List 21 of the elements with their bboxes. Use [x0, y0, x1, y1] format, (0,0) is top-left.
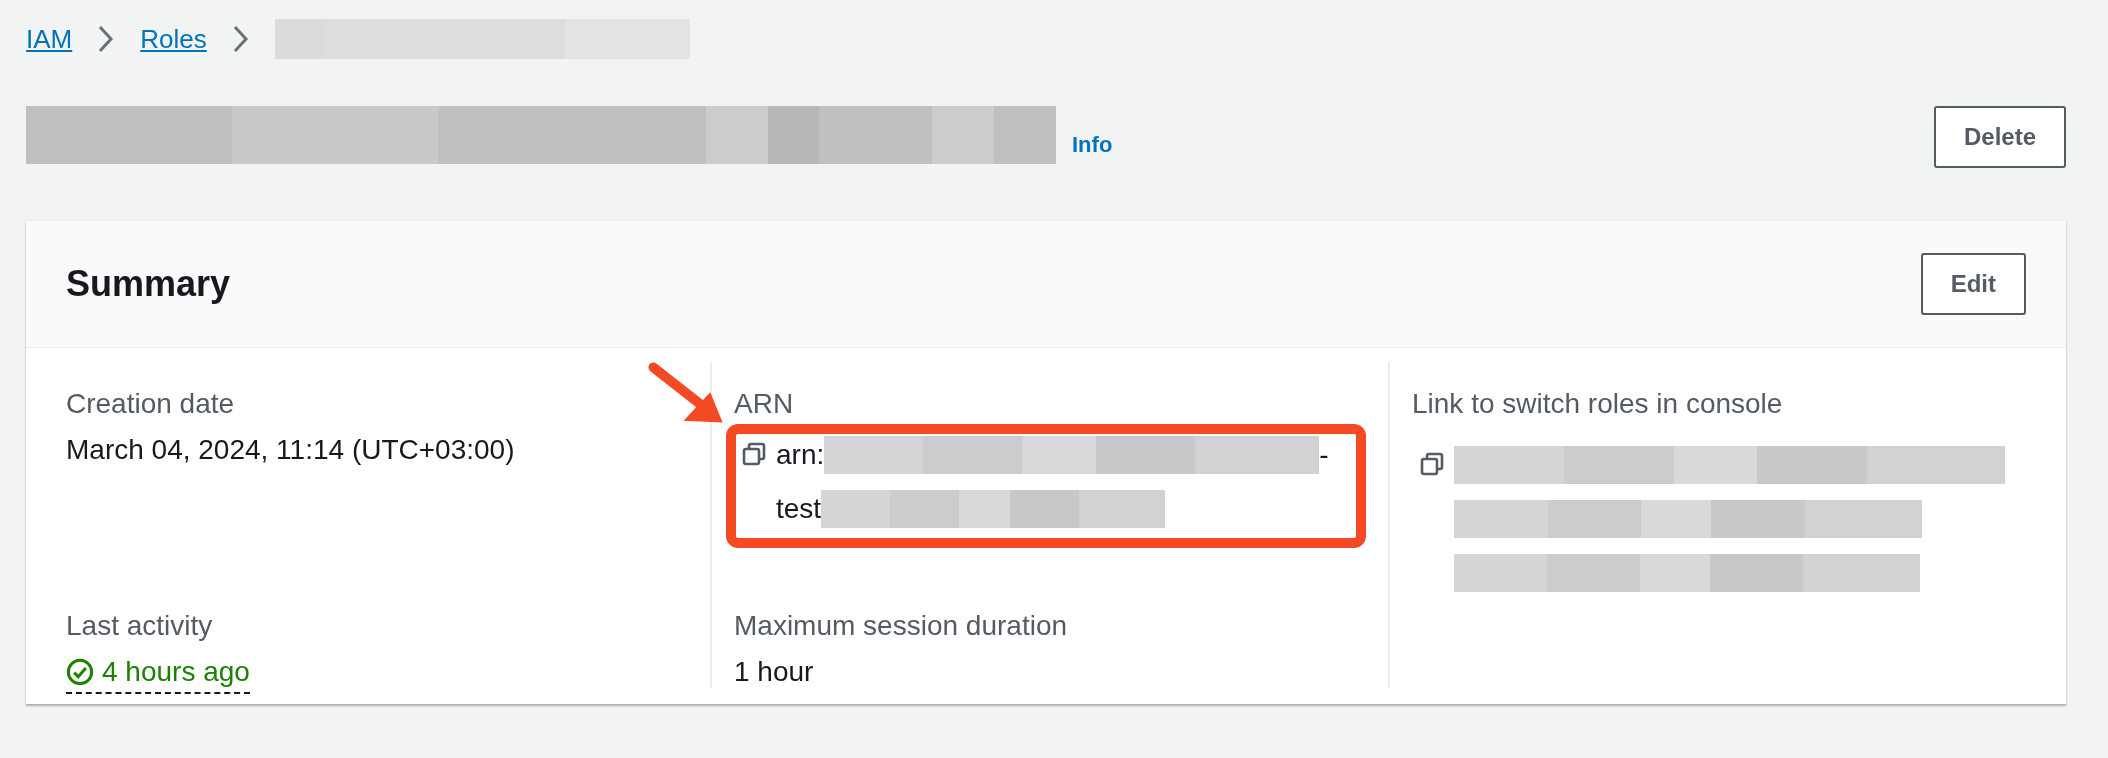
delete-button[interactable]: Delete — [1933, 106, 2066, 168]
copy-icon — [1420, 452, 1444, 476]
copy-icon — [742, 442, 766, 466]
status-value[interactable]: 4 hours ago — [66, 656, 250, 694]
value-text: - — [1319, 439, 1329, 471]
breadcrumb-link[interactable]: Roles — [140, 23, 207, 55]
field-label: Link to switch roles in console — [1412, 388, 1784, 420]
value-text: test — [776, 493, 822, 525]
field-label: Maximum session duration — [734, 610, 1069, 642]
field-label: Creation date — [66, 388, 236, 420]
field-value: March 04, 2024, 11:14 (UTC+03:00) — [66, 434, 516, 466]
value-text: arn: — [776, 439, 825, 471]
breadcrumb-link[interactable]: IAM — [26, 23, 73, 55]
info-link[interactable]: Info — [1072, 132, 1113, 164]
edit-button[interactable]: Edit — [1920, 253, 2026, 315]
summary-title: Summary — [66, 263, 231, 305]
chevron-icon — [232, 25, 249, 53]
field-value: 1 hour — [734, 656, 815, 688]
chevron-icon — [98, 25, 115, 53]
field-label: ARN — [734, 388, 795, 420]
field-label: Last activity — [66, 610, 214, 642]
